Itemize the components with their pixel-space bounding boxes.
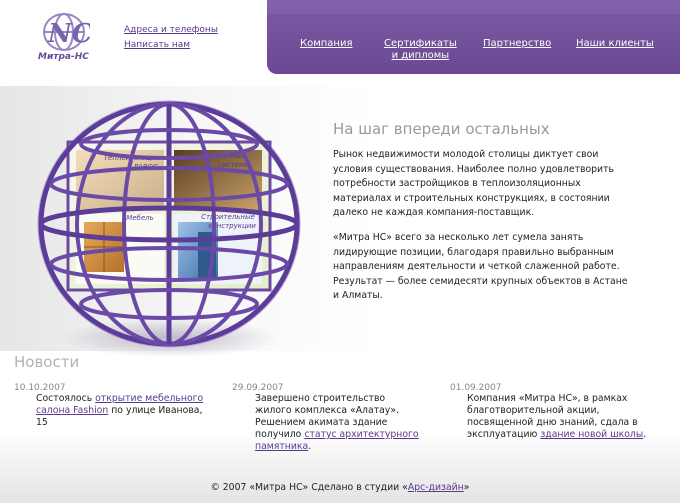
nav-certificates-line2: и дипломы <box>391 50 450 61</box>
tile-construction-line1[interactable]: Строительные <box>201 213 255 221</box>
news-heading: Новости <box>14 353 80 371</box>
hero-headline: На шаг впереди остальных <box>333 120 550 138</box>
top-nav-highlight <box>267 0 680 14</box>
news-item-1-pre: Состоялось <box>36 393 96 404</box>
nav-partnership-label: Партнерство <box>483 38 552 49</box>
svg-text:NC: NC <box>47 19 90 49</box>
nav-clients-label: Наши клиенты <box>576 38 654 49</box>
footer: © 2007 «Митра НС» Сделано в студии «Арс-… <box>0 482 680 493</box>
nav-certificates-line1: Сертификаты <box>384 38 457 49</box>
news-item-3-post: . <box>643 429 647 440</box>
news-item-1: Состоялось открытие мебельного салона Fa… <box>36 393 216 429</box>
news-item-2-post: . <box>308 441 312 452</box>
news-item-3: Компания «Митра НС», в рамках благотвори… <box>467 393 662 441</box>
nav-partnership[interactable]: Партнерство <box>483 38 551 50</box>
nav-certificates[interactable]: Сертификаты и дипломы <box>384 38 457 62</box>
nav-company[interactable]: Компания <box>300 38 352 50</box>
write-us-link[interactable]: Написать нам <box>124 40 190 50</box>
news-item-2: Завершено строительство жилого комплекса… <box>255 393 420 453</box>
intro-paragraph-2: «Митра НС» всего за несколько лет сумела… <box>333 232 628 302</box>
footer-post: » <box>463 482 470 493</box>
nav-company-label: Компания <box>300 38 353 49</box>
footer-studio-link[interactable]: Арс-дизайн <box>408 482 464 493</box>
news-date-2: 29.09.2007 <box>232 383 284 393</box>
logo-text: Митра-НС <box>38 52 89 62</box>
news-date-1: 10.10.2007 <box>14 383 66 393</box>
news-date-3: 01.09.2007 <box>450 383 502 393</box>
footer-pre: © 2007 «Митра НС» Сделано в студии « <box>210 482 408 493</box>
tile-furniture-line1[interactable]: Мебель <box>126 214 154 222</box>
logo-icon[interactable]: NC <box>38 12 90 52</box>
news-item-3-link[interactable]: здание новой школы <box>540 429 643 440</box>
nav-clients[interactable]: Наши клиенты <box>576 38 654 50</box>
intro-paragraph-1: Рынок недвижимости молодой столицы дикту… <box>333 149 614 219</box>
globe-illustration: Теплоизоляция PAROC Потолочные системы М… <box>37 100 301 348</box>
contacts-link[interactable]: Адреса и телефоны <box>124 25 218 35</box>
